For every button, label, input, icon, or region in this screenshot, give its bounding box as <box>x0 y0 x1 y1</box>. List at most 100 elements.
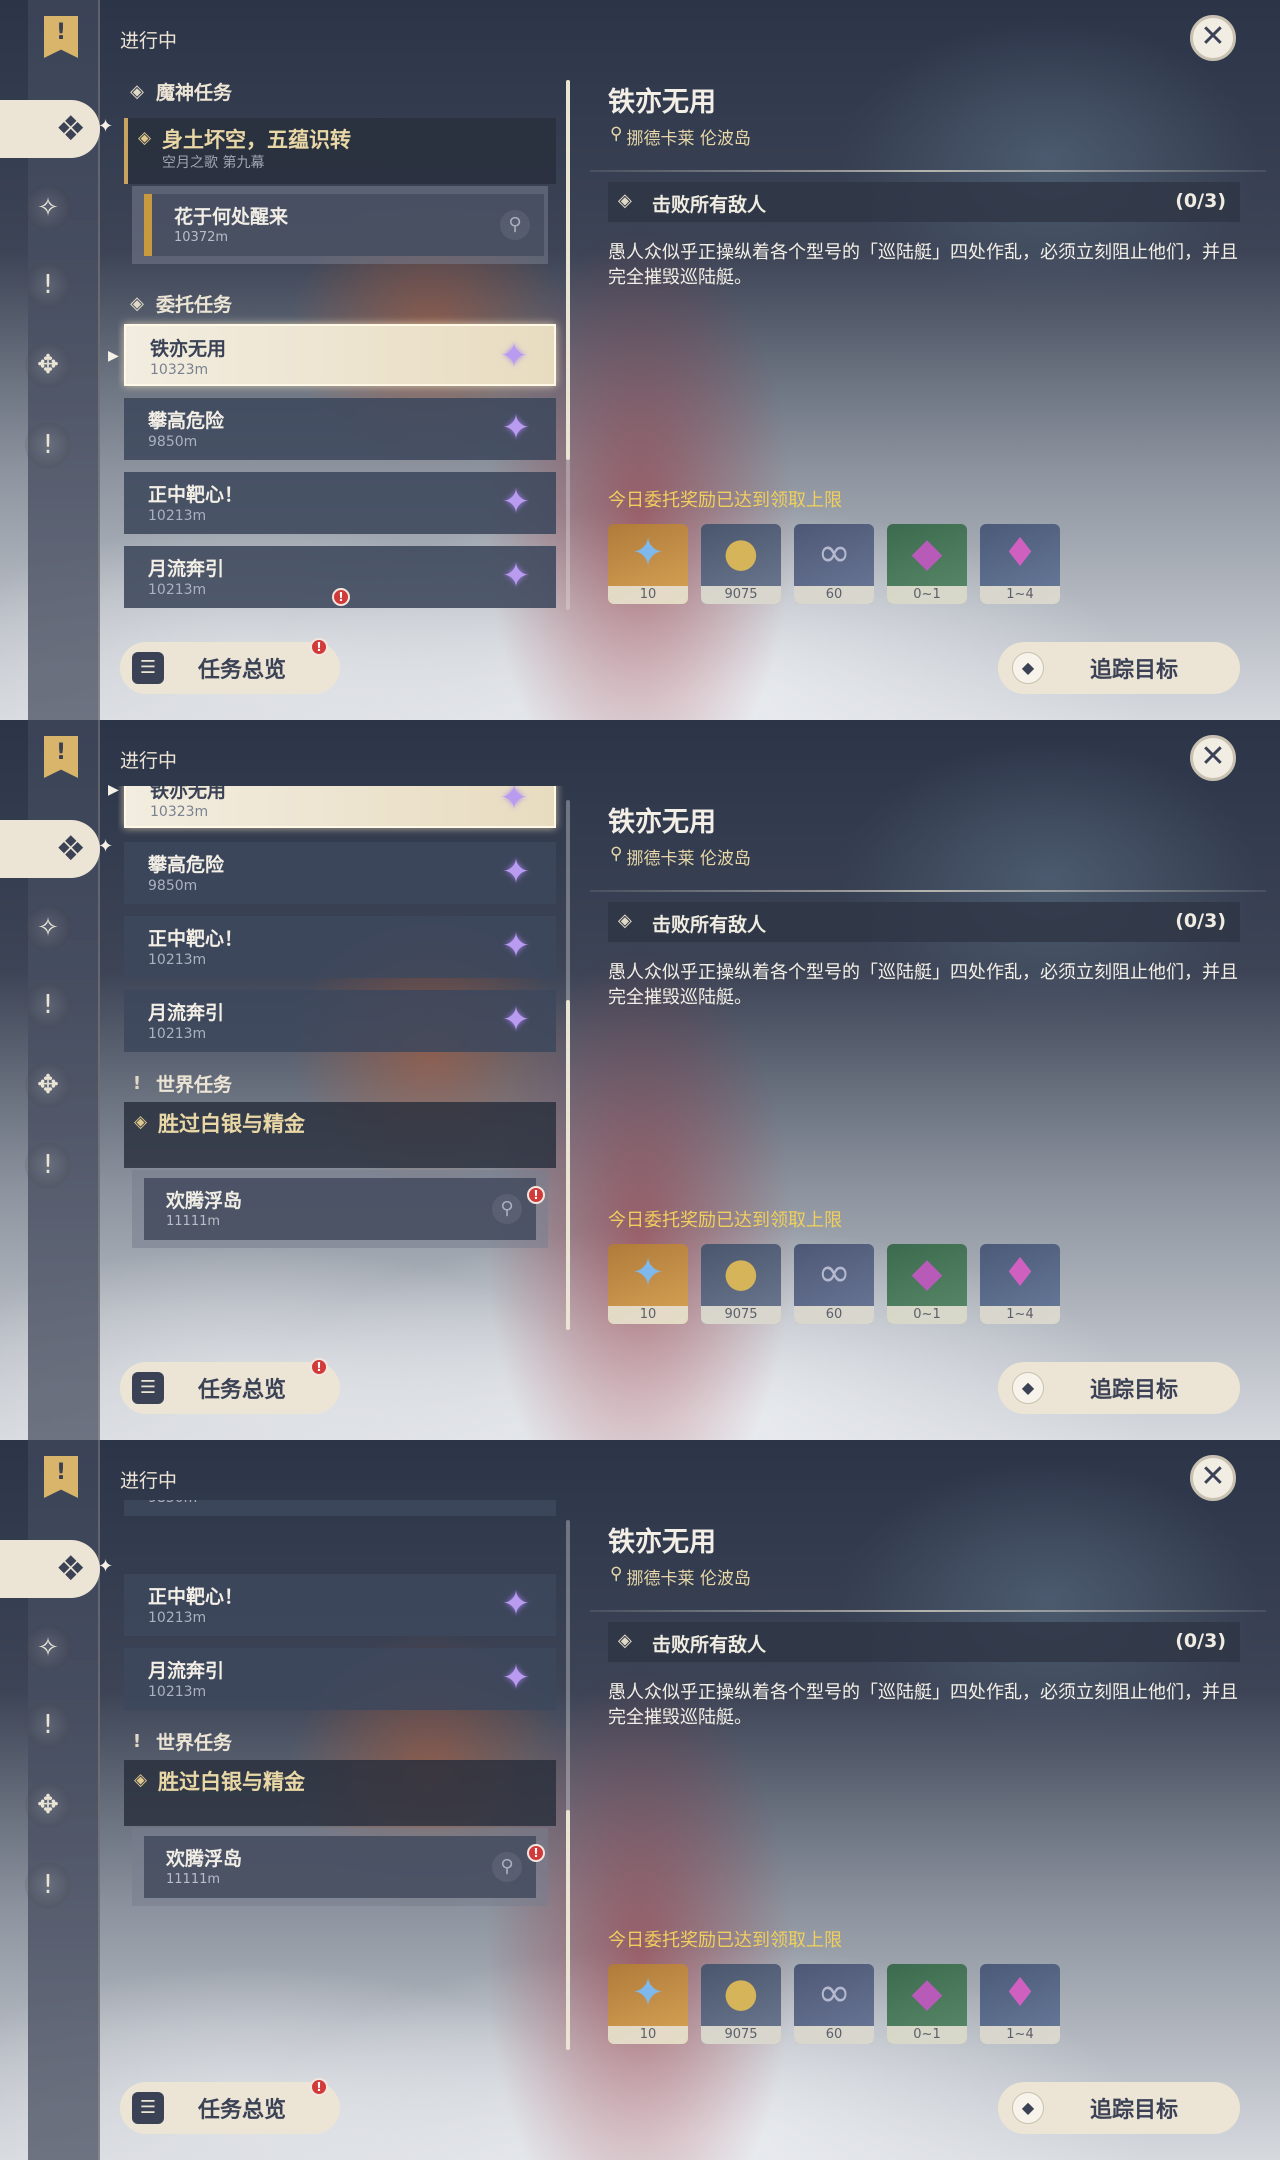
reward-crystal-chunk[interactable]: ♦ 1~4 <box>980 1964 1060 2044</box>
close-button[interactable]: ✕ <box>1190 1455 1236 1501</box>
world-subquest[interactable]: 欢腾浮岛 11111m ⚲ <box>144 1836 536 1898</box>
location-pin-icon: ⚲ <box>610 124 623 144</box>
objective-diamond-icon: ◈ <box>618 190 632 211</box>
crystal-ore-icon: ◆ <box>911 1250 943 1296</box>
scroll-thumb[interactable] <box>566 80 570 460</box>
track-button[interactable]: ◆ 追踪目标 <box>998 642 1240 694</box>
companionship-exp-icon: ∞ <box>817 1970 851 2016</box>
sparkle-icon: ✦ <box>98 116 114 137</box>
compass-icon: ✥ <box>37 350 59 380</box>
reward-mora[interactable]: ● 9075 <box>701 524 781 604</box>
archon-subquest[interactable]: 花于何处醒来 10372m ⚲ <box>144 194 544 256</box>
reward-crystal-ore[interactable]: ◆ 0~1 <box>887 524 967 604</box>
scrollbar[interactable] <box>566 80 570 610</box>
quest-screen-2: ! ❖ ✦ ✧ ! ✥ ! 进行中 ✕ 铁亦无用 10323m ✦ 攀高危险 9… <box>0 720 1280 1440</box>
archon-subquest-box: 花于何处醒来 10372m ⚲ <box>132 186 548 264</box>
tab-world[interactable]: ✥ <box>25 342 71 388</box>
close-button[interactable]: ✕ <box>1190 15 1236 61</box>
reward-companionship[interactable]: ∞ 60 <box>794 524 874 604</box>
commission-item[interactable]: 正中靶心！ 10213m ✦ <box>124 1574 556 1636</box>
archon-icon: ✧ <box>37 1633 59 1663</box>
scrollbar[interactable] <box>566 1520 570 2050</box>
commission-category-icon: ◈ <box>130 293 144 314</box>
close-icon: ✕ <box>1200 19 1226 54</box>
reward-crystal-chunk[interactable]: ♦ 1~4 <box>980 1244 1060 1324</box>
archon-quest[interactable]: ◈ 身土坏空，五蕴识转 空月之歌 第九幕 <box>124 118 556 184</box>
scroll-thumb[interactable] <box>566 1000 570 1330</box>
quest-list[interactable]: ◈ 魔神任务 ◈ 身土坏空，五蕴识转 空月之歌 第九幕 花于何处醒来 10372m… <box>118 76 564 612</box>
tab-archon[interactable]: ✧ <box>25 1625 71 1671</box>
tab-misc[interactable]: ! <box>25 422 71 468</box>
overview-button[interactable]: ☰ 任务总览 <box>120 1362 340 1414</box>
reward-companionship[interactable]: ∞ 60 <box>794 1964 874 2044</box>
quest-list[interactable]: 铁亦无用 10323m ✦ 攀高危险 9850m ✦ 正中靶心！ 10213m … <box>118 786 564 1332</box>
tab-world[interactable]: ✥ <box>25 1062 71 1108</box>
alert-badge: ! <box>310 1358 328 1376</box>
task-list-icon: ☰ <box>132 2092 164 2124</box>
track-button[interactable]: ◆ 追踪目标 <box>998 1362 1240 1414</box>
sparkle-icon: ✦ <box>98 1556 114 1577</box>
reward-crystal-chunk[interactable]: ♦ 1~4 <box>980 524 1060 604</box>
commission-item[interactable]: 月流奔引 10213m ✦ <box>124 1648 556 1710</box>
quest-list[interactable]: 9850m 正中靶心！ 10213m ✦ 月流奔引 10213m ✦ !世界任务… <box>118 1500 564 2052</box>
commission-item-selected[interactable]: 铁亦无用 10323m ✦ <box>124 324 556 386</box>
tab-commission-active[interactable]: ❖ <box>0 1540 100 1598</box>
tab-misc[interactable]: ! <box>25 1142 71 1188</box>
tab-world[interactable]: ✥ <box>25 1782 71 1828</box>
commission-item[interactable]: 正中靶心！ 10213m ✦ <box>124 916 556 978</box>
reward-primogem[interactable]: ✦ 10 <box>608 1244 688 1324</box>
scrollbar[interactable] <box>566 800 570 1330</box>
crystal-ore-icon: ◆ <box>911 1970 943 2016</box>
world-category-icon: ! <box>132 1073 142 1094</box>
commission-diamond-icon: ❖ <box>55 829 86 869</box>
commission-star-icon: ✦ <box>499 786 529 818</box>
reward-mora[interactable]: ● 9075 <box>701 1964 781 2044</box>
commission-star-icon: ✦ <box>501 1584 531 1624</box>
map-pin-icon[interactable]: ⚲ <box>492 1194 522 1224</box>
quest-title: 铁亦无用 <box>608 87 716 118</box>
commission-item-selected[interactable]: 铁亦无用 10323m ✦ <box>124 786 556 828</box>
close-button[interactable]: ✕ <box>1190 735 1236 781</box>
commission-star-icon: ✦ <box>501 1658 531 1698</box>
mora-icon: ● <box>723 530 759 576</box>
sparkle-icon: ✦ <box>98 836 114 857</box>
track-diamond-icon: ◆ <box>1012 1372 1044 1404</box>
world-quest[interactable]: ◈ 胜过白银与精金 <box>124 1102 556 1168</box>
reward-primogem[interactable]: ✦ 10 <box>608 524 688 604</box>
objective-bar: ◈ 击败所有敌人 (0/3) <box>608 1622 1240 1662</box>
companionship-exp-icon: ∞ <box>817 1250 851 1296</box>
tab-misc[interactable]: ! <box>25 1862 71 1908</box>
tab-commission-active[interactable]: ❖ <box>0 100 100 158</box>
tab-archon[interactable]: ✧ <box>25 905 71 951</box>
map-pin-icon[interactable]: ⚲ <box>492 1852 522 1882</box>
scroll-thumb[interactable] <box>566 1810 570 2050</box>
overview-button[interactable]: ☰ 任务总览 <box>120 2082 340 2134</box>
commission-item[interactable]: 正中靶心！ 10213m ✦ <box>124 472 556 534</box>
reward-mora[interactable]: ● 9075 <box>701 1244 781 1324</box>
world-quest[interactable]: ◈ 胜过白银与精金 <box>124 1760 556 1826</box>
category-archon: ◈ 魔神任务 <box>128 78 232 105</box>
reward-crystal-ore[interactable]: ◆ 0~1 <box>887 1244 967 1324</box>
objective-diamond-icon: ◈ <box>618 910 632 931</box>
world-subquest[interactable]: 欢腾浮岛 11111m ⚲ <box>144 1178 536 1240</box>
reward-companionship[interactable]: ∞ 60 <box>794 1244 874 1324</box>
tab-commission-active[interactable]: ❖ <box>0 820 100 878</box>
close-icon: ✕ <box>1200 739 1226 774</box>
overview-button[interactable]: ☰ 任务总览 <box>120 642 340 694</box>
tab-story[interactable]: ! <box>25 982 71 1028</box>
tab-story[interactable]: ! <box>25 262 71 308</box>
commission-item[interactable]: 9850m <box>124 1500 556 1516</box>
task-list-icon: ☰ <box>132 652 164 684</box>
commission-diamond-icon: ❖ <box>55 1549 86 1589</box>
commission-star-icon: ✦ <box>501 852 531 892</box>
commission-item[interactable]: 攀高危险 9850m ✦ <box>124 398 556 460</box>
commission-item[interactable]: 攀高危险 9850m ✦ <box>124 842 556 904</box>
tab-story[interactable]: ! <box>25 1702 71 1748</box>
commission-star-icon: ✦ <box>501 408 531 448</box>
track-button[interactable]: ◆ 追踪目标 <box>998 2082 1240 2134</box>
tab-archon[interactable]: ✧ <box>25 185 71 231</box>
reward-primogem[interactable]: ✦ 10 <box>608 1964 688 2044</box>
map-pin-icon[interactable]: ⚲ <box>500 210 530 240</box>
commission-item[interactable]: 月流奔引 10213m ✦ <box>124 990 556 1052</box>
reward-crystal-ore[interactable]: ◆ 0~1 <box>887 1964 967 2044</box>
